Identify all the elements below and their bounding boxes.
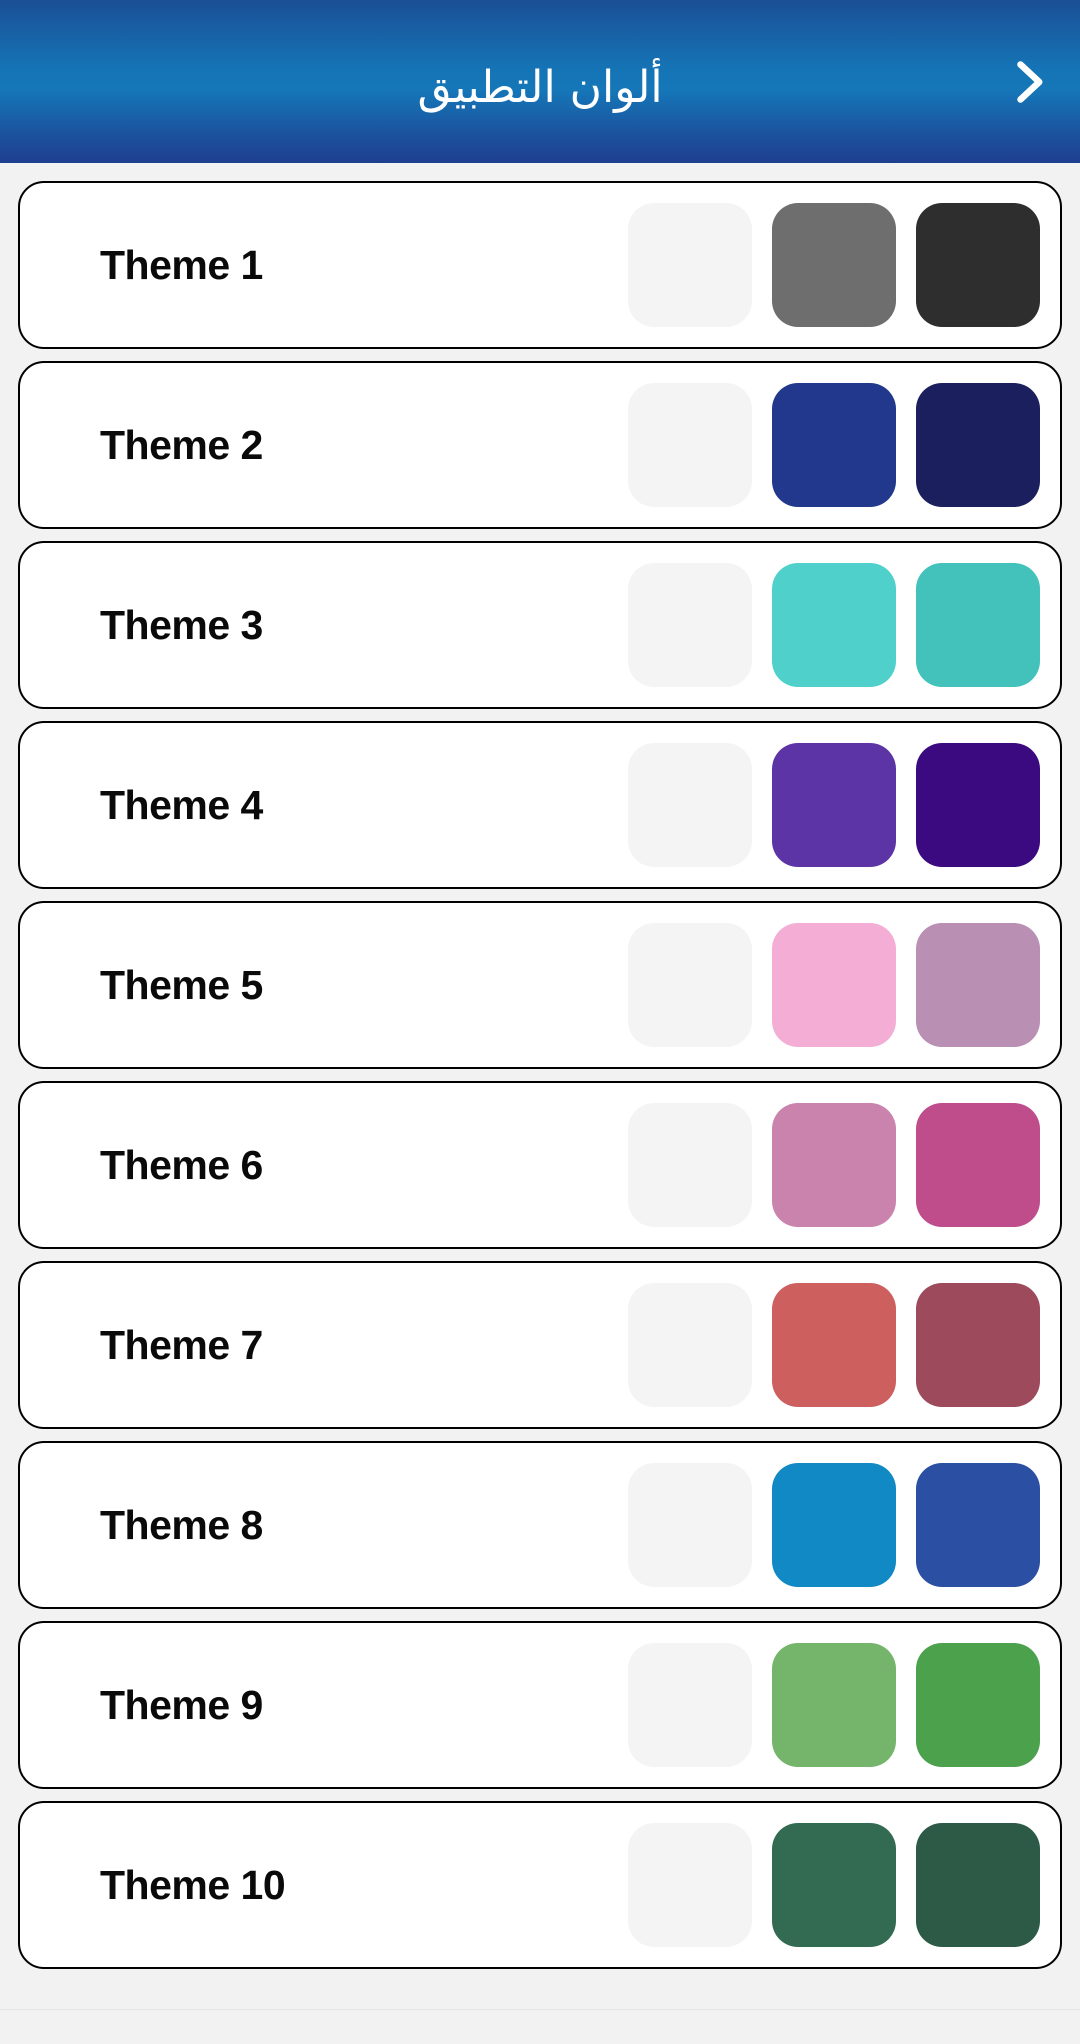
theme-color-swatch[interactable]	[916, 383, 1040, 507]
theme-label: Theme 3	[100, 601, 263, 648]
theme-label: Theme 10	[100, 1861, 286, 1908]
theme-card[interactable]: Theme 10	[18, 1801, 1062, 1969]
theme-color-swatch[interactable]	[916, 1283, 1040, 1407]
chevron-right-icon	[1017, 60, 1043, 103]
theme-color-swatch[interactable]	[772, 203, 896, 327]
theme-swatch-group	[628, 1643, 1040, 1767]
theme-label: Theme 9	[100, 1681, 263, 1728]
theme-card[interactable]: Theme 8	[18, 1441, 1062, 1609]
theme-color-swatch[interactable]	[628, 1103, 752, 1227]
theme-swatch-group	[628, 743, 1040, 867]
theme-swatch-group	[628, 1463, 1040, 1587]
theme-swatch-group	[628, 923, 1040, 1047]
theme-color-swatch[interactable]	[772, 923, 896, 1047]
theme-color-swatch[interactable]	[772, 563, 896, 687]
theme-card[interactable]: Theme 3	[18, 541, 1062, 709]
theme-color-swatch[interactable]	[628, 563, 752, 687]
theme-card[interactable]: Theme 6	[18, 1081, 1062, 1249]
theme-label: Theme 4	[100, 781, 263, 828]
theme-color-swatch[interactable]	[628, 743, 752, 867]
theme-swatch-group	[628, 203, 1040, 327]
theme-card[interactable]: Theme 7	[18, 1261, 1062, 1429]
theme-card[interactable]: Theme 4	[18, 721, 1062, 889]
theme-card[interactable]: Theme 9	[18, 1621, 1062, 1789]
theme-color-swatch[interactable]	[772, 383, 896, 507]
forward-button[interactable]	[998, 52, 1058, 112]
theme-color-swatch[interactable]	[916, 1823, 1040, 1947]
theme-color-swatch[interactable]	[628, 923, 752, 1047]
theme-color-swatch[interactable]	[628, 1463, 752, 1587]
theme-color-swatch[interactable]	[916, 923, 1040, 1047]
theme-card[interactable]: Theme 2	[18, 361, 1062, 529]
theme-color-swatch[interactable]	[628, 383, 752, 507]
theme-label: Theme 5	[100, 961, 263, 1008]
theme-color-swatch[interactable]	[916, 743, 1040, 867]
theme-label: Theme 2	[100, 421, 263, 468]
theme-color-swatch[interactable]	[916, 1643, 1040, 1767]
theme-swatch-group	[628, 563, 1040, 687]
theme-color-swatch[interactable]	[772, 1823, 896, 1947]
theme-color-swatch[interactable]	[628, 1823, 752, 1947]
theme-color-swatch[interactable]	[916, 203, 1040, 327]
theme-color-swatch[interactable]	[916, 1463, 1040, 1587]
page-title: ألوان التطبيق	[417, 62, 663, 114]
theme-list: Theme 1 Theme 2 Theme 3 Theme 4 Theme 5 Theme…	[0, 163, 1080, 2009]
theme-color-swatch[interactable]	[916, 563, 1040, 687]
theme-color-swatch[interactable]	[772, 1103, 896, 1227]
theme-swatch-group	[628, 1103, 1040, 1227]
app-root: ألوان التطبيق Theme 1 Theme 2 Theme 3 Theme…	[0, 0, 1080, 2044]
theme-swatch-group	[628, 1283, 1040, 1407]
app-header: ألوان التطبيق	[0, 0, 1080, 163]
theme-label: Theme 8	[100, 1501, 263, 1548]
theme-color-swatch[interactable]	[628, 203, 752, 327]
theme-color-swatch[interactable]	[772, 1463, 896, 1587]
theme-color-swatch[interactable]	[628, 1643, 752, 1767]
theme-color-swatch[interactable]	[916, 1103, 1040, 1227]
theme-card[interactable]: Theme 1	[18, 181, 1062, 349]
theme-label: Theme 1	[100, 241, 263, 288]
theme-card[interactable]: Theme 5	[18, 901, 1062, 1069]
theme-color-swatch[interactable]	[772, 743, 896, 867]
theme-color-swatch[interactable]	[772, 1283, 896, 1407]
bottom-strip	[0, 2009, 1080, 2044]
theme-color-swatch[interactable]	[772, 1643, 896, 1767]
theme-label: Theme 7	[100, 1321, 263, 1368]
theme-swatch-group	[628, 1823, 1040, 1947]
theme-label: Theme 6	[100, 1141, 263, 1188]
theme-swatch-group	[628, 383, 1040, 507]
theme-color-swatch[interactable]	[628, 1283, 752, 1407]
